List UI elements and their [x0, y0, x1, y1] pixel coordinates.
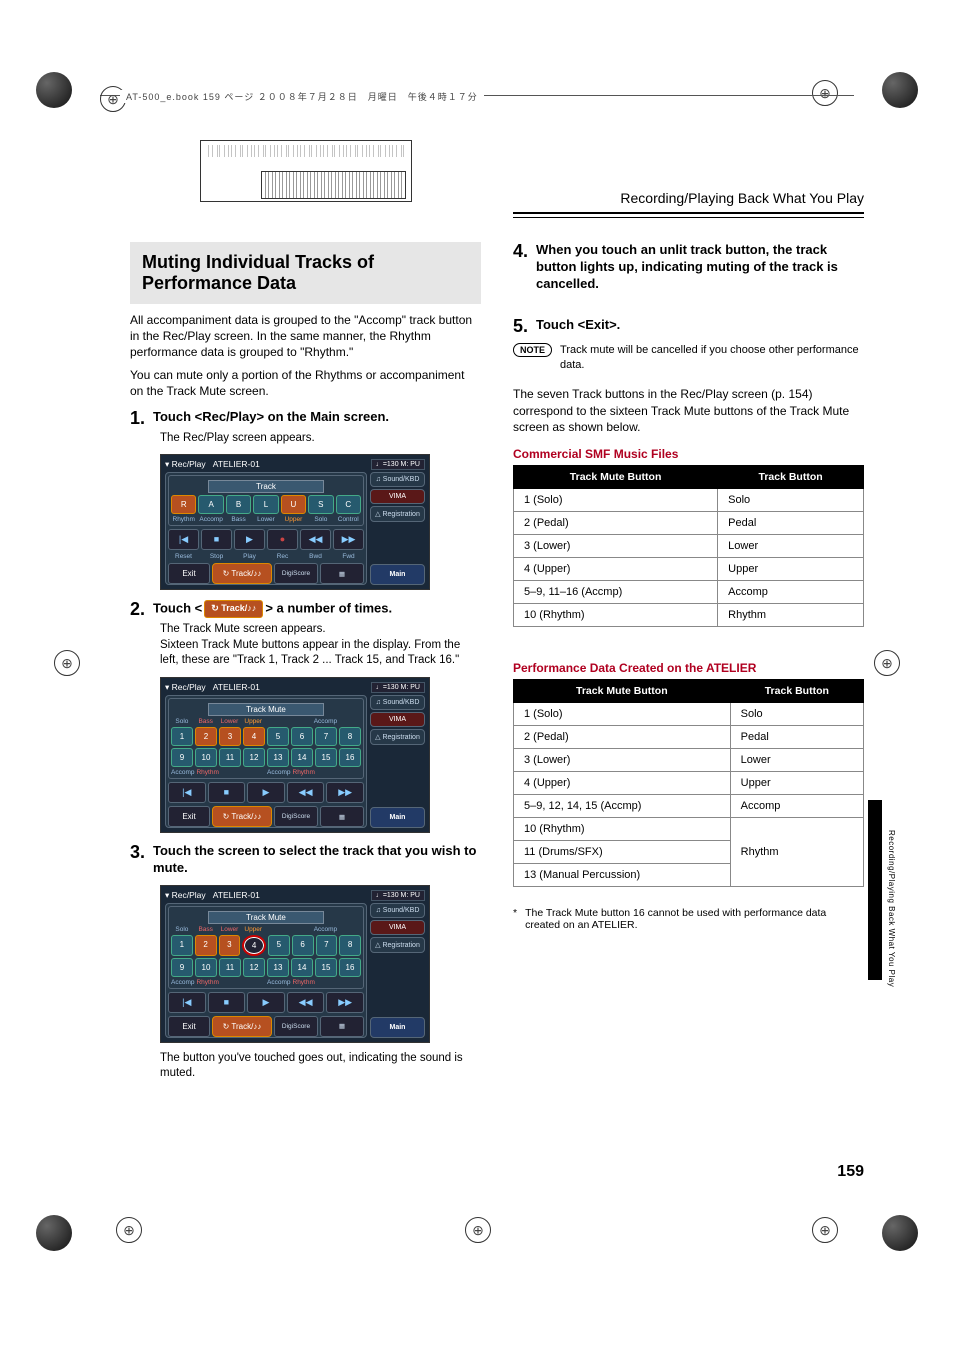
footnote: * The Track Mute button 16 cannot be use…: [513, 907, 864, 931]
head-rule: [513, 212, 864, 218]
corner-ball: [36, 1215, 72, 1251]
corner-ball: [882, 1215, 918, 1251]
note-block: NOTE Track mute will be cancelled if you…: [513, 343, 864, 373]
thumb-tab-text: Recording/Playing Back What You Play: [887, 830, 896, 987]
thumb-tab: [868, 800, 882, 980]
trackmute-screenshot-1: ▾ Rec/Play ATELIER-01 ♩=130 M: PU Track …: [160, 677, 430, 833]
step-3-text: Touch the screen to select the track tha…: [153, 843, 481, 877]
print-header-text: AT-500_e.book 159 ページ ２００８年７月２８日 月曜日 午後４…: [120, 90, 484, 103]
step-number: 2.: [130, 600, 145, 618]
registration-mark: [812, 80, 838, 106]
registration-mark: [116, 1217, 142, 1243]
step-4-text: When you touch an unlit track button, th…: [536, 242, 864, 293]
step-3-sub: The button you've touched goes out, indi…: [160, 1051, 481, 1082]
th-button: Track Button: [730, 679, 863, 702]
step-number: 5.: [513, 317, 528, 335]
table-2-title: Performance Data Created on the ATELIER: [513, 661, 864, 675]
th-button: Track Button: [718, 465, 864, 488]
keyboard-illustration: [200, 140, 412, 202]
left-column: Muting Individual Tracks of Performance …: [130, 140, 481, 1191]
note-badge: NOTE: [513, 343, 552, 357]
trackmute-screenshot-2: ▾ Rec/Play ATELIER-01 ♩=130 M: PU Track …: [160, 885, 430, 1043]
step-number: 1.: [130, 409, 145, 427]
step-1-sub: The Rec/Play screen appears.: [160, 431, 481, 447]
running-head: Recording/Playing Back What You Play: [513, 190, 864, 212]
step-1-text: Touch <Rec/Play> on the Main screen.: [153, 409, 389, 426]
registration-mark: [54, 650, 80, 676]
registration-mark: [465, 1217, 491, 1243]
table-atelier: Track Mute Button Track Button 1 (Solo)S…: [513, 679, 864, 887]
corner-ball: [36, 72, 72, 108]
section-heading-box: Muting Individual Tracks of Performance …: [130, 242, 481, 304]
step-5-text: Touch <Exit>.: [536, 317, 620, 334]
footnote-text: The Track Mute button 16 cannot be used …: [525, 907, 864, 931]
step-number: 4.: [513, 242, 528, 260]
table-1-title: Commercial SMF Music Files: [513, 447, 864, 461]
intro-para-1: All accompaniment data is grouped to the…: [130, 312, 481, 361]
step-2-sub-1: The Track Mute screen appears.: [160, 622, 481, 638]
th-mute: Track Mute Button: [514, 465, 718, 488]
table-smf: Track Mute Button Track Button 1 (Solo)S…: [513, 465, 864, 627]
registration-mark: [874, 650, 900, 676]
track-chip-icon: ↻ Track/♪♪: [204, 600, 263, 618]
page-number: 159: [837, 1163, 864, 1181]
registration-mark: [812, 1217, 838, 1243]
section-heading: Muting Individual Tracks of Performance …: [142, 252, 469, 294]
mid-para: The seven Track buttons in the Rec/Play …: [513, 386, 864, 435]
note-text: Track mute will be cancelled if you choo…: [560, 343, 864, 373]
recplay-screenshot-1: ▾ Rec/Play ATELIER-01 ♩=130 M: PU Track …: [160, 454, 430, 590]
step-number: 3.: [130, 843, 145, 861]
step-2-sub-2: Sixteen Track Mute buttons appear in the…: [160, 638, 481, 669]
footnote-star: *: [513, 907, 517, 931]
intro-para-2: You can mute only a portion of the Rhyth…: [130, 367, 481, 399]
corner-ball: [882, 72, 918, 108]
right-column: Recording/Playing Back What You Play 4. …: [513, 140, 864, 1191]
step-2-text: Touch <↻ Track/♪♪> a number of times.: [153, 600, 392, 618]
th-mute: Track Mute Button: [514, 679, 731, 702]
